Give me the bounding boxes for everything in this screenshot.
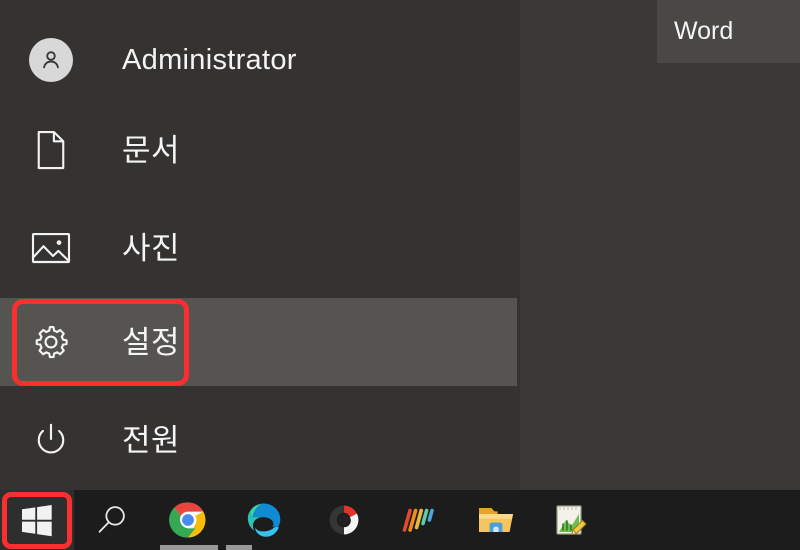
picture-icon-wrap	[28, 225, 74, 271]
taskbar-item-search[interactable]	[82, 490, 142, 550]
taskbar-item-edge[interactable]	[234, 490, 294, 550]
taskbar-item-note-chart[interactable]	[540, 490, 600, 550]
taskbar-item-stripes[interactable]	[390, 490, 450, 550]
gear-icon	[35, 325, 68, 359]
note-chart-pencil-icon	[556, 505, 587, 536]
opera-ring-icon	[329, 505, 359, 535]
sidebar-item-account[interactable]: Administrator	[0, 16, 517, 104]
sidebar-item-label-pictures: 사진	[122, 230, 181, 266]
sidebar-item-label-settings: 설정	[122, 324, 181, 360]
taskbar-item-opera[interactable]	[314, 490, 374, 550]
desktop-screen: Administrator 문서 사진 설정 전원 Word	[0, 0, 800, 550]
document-icon	[37, 130, 65, 170]
tile-label-word: Word	[674, 17, 734, 45]
sidebar-item-label-power: 전원	[122, 422, 181, 458]
sidebar-item-label-account: Administrator	[122, 43, 297, 76]
taskbar-item-chrome[interactable]	[158, 490, 218, 550]
start-menu: Administrator 문서 사진 설정 전원 Word	[0, 0, 800, 490]
power-icon	[37, 423, 65, 454]
taskbar	[0, 490, 800, 550]
sidebar-item-pictures[interactable]: 사진	[0, 204, 517, 292]
picture-icon	[31, 232, 71, 264]
search-icon	[98, 506, 125, 533]
running-indicator	[226, 545, 252, 550]
windows-logo-icon	[22, 505, 52, 537]
taskbar-item-file-explorer[interactable]	[466, 490, 526, 550]
running-indicator	[160, 545, 218, 550]
power-icon-wrap	[28, 417, 74, 463]
start-menu-item-list: Administrator 문서 사진 설정 전원	[0, 0, 520, 490]
sidebar-item-settings[interactable]: 설정	[0, 298, 517, 386]
folder-icon	[479, 508, 513, 532]
avatar	[29, 38, 73, 82]
sidebar-item-power[interactable]: 전원	[0, 396, 517, 484]
chrome-icon	[169, 502, 206, 538]
gear-icon-wrap	[28, 319, 74, 365]
tile-word[interactable]: Word	[657, 0, 800, 63]
user-avatar-icon	[43, 51, 59, 69]
start-button[interactable]	[0, 490, 74, 550]
sidebar-item-documents[interactable]: 문서	[0, 106, 517, 194]
document-icon-wrap	[28, 127, 74, 173]
user-avatar-icon-wrap	[28, 37, 74, 83]
sidebar-item-label-documents: 문서	[122, 132, 181, 168]
edge-icon	[247, 503, 281, 537]
color-stripes-icon	[402, 508, 434, 532]
